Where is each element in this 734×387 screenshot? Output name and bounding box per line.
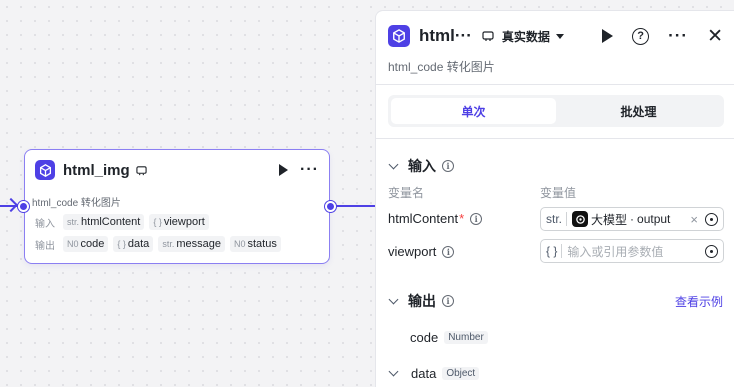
- html-img-node[interactable]: html_img ··· html_code 转化图片 输入 str. htmlC…: [18, 149, 336, 264]
- node-inputs-row: 输入 str. htmlContent { } viewport: [35, 214, 209, 230]
- info-icon[interactable]: i: [442, 295, 454, 307]
- output-row-data[interactable]: data Object: [388, 366, 480, 381]
- node-inputs-label: 输入: [35, 218, 55, 230]
- node-test-panel: html··· 真实数据 ? ··· ✕ html_code 转化图片 单次 批…: [375, 10, 734, 387]
- panel-title: html···: [419, 26, 472, 45]
- node-output-pill: N0 status: [229, 236, 281, 252]
- type-badge: Number: [444, 331, 488, 344]
- outgoing-edge[interactable]: [332, 205, 376, 207]
- node-input-pill: { } viewport: [149, 214, 209, 230]
- output-row-code: code Number: [410, 330, 488, 345]
- reference-chip[interactable]: 大模型 · output: [572, 211, 670, 228]
- column-header-name: 变量名: [388, 186, 425, 200]
- chevron-down-icon: [555, 33, 564, 39]
- node-header: html_img ···: [35, 159, 319, 181]
- input-port[interactable]: [18, 201, 29, 212]
- tab-single[interactable]: 单次: [391, 98, 556, 124]
- viewport-value-field[interactable]: { } 输入或引用参数值: [540, 239, 724, 263]
- incoming-edge-arrow-icon: [3, 197, 19, 213]
- htmlcontent-value-field[interactable]: str. 大模型 · output ×: [540, 207, 724, 231]
- llm-icon: [572, 211, 589, 227]
- tab-batch[interactable]: 批处理: [556, 98, 721, 124]
- panel-header: html··· 真实数据 ? ··· ✕: [388, 23, 723, 49]
- chevron-down-icon: [388, 159, 399, 169]
- info-icon[interactable]: i: [442, 245, 455, 258]
- mini-program-icon: [482, 31, 494, 41]
- node-title: html_img: [63, 161, 130, 179]
- reference-settings-icon[interactable]: [705, 212, 718, 226]
- type-tag: str.: [546, 212, 568, 226]
- info-icon[interactable]: i: [442, 160, 454, 172]
- help-icon[interactable]: ?: [632, 27, 650, 45]
- run-icon[interactable]: [602, 29, 614, 43]
- more-icon[interactable]: ···: [668, 27, 688, 44]
- output-port[interactable]: [325, 201, 336, 212]
- plugin-cube-icon: [35, 160, 55, 180]
- chevron-down-icon: [388, 294, 399, 304]
- node-outputs-row: 输出 N0 code { } data str. message N0 status: [35, 236, 281, 252]
- input-section-header[interactable]: 输入 i: [388, 156, 454, 176]
- node-run-icon[interactable]: [279, 164, 289, 176]
- node-description: html_code 转化图片: [32, 198, 121, 209]
- panel-description: html_code 转化图片: [388, 60, 495, 74]
- clear-reference-icon[interactable]: ×: [690, 212, 698, 227]
- run-mode-tabs: 单次 批处理: [388, 95, 724, 127]
- data-mode-dropdown[interactable]: 真实数据: [502, 28, 564, 45]
- close-icon[interactable]: ✕: [707, 27, 723, 46]
- divider: [376, 138, 734, 139]
- node-input-pill: str. htmlContent: [63, 214, 145, 230]
- type-tag: { }: [546, 244, 563, 258]
- node-output-pill: N0 code: [63, 236, 109, 252]
- chevron-down-icon[interactable]: [388, 366, 399, 377]
- type-badge: Object: [442, 367, 480, 380]
- var-name-viewport: viewport i: [388, 244, 455, 259]
- plugin-cube-icon: [388, 25, 410, 47]
- output-section-header[interactable]: 输出 i: [388, 291, 454, 311]
- viewport-input[interactable]: 输入或引用参数值: [567, 243, 663, 260]
- column-header-value: 变量值: [540, 186, 577, 200]
- info-icon[interactable]: i: [470, 212, 483, 225]
- node-output-pill: { } data: [113, 236, 154, 252]
- node-more-icon[interactable]: ···: [300, 162, 319, 178]
- node-output-pill: str. message: [158, 236, 225, 252]
- node-outputs-label: 输出: [35, 240, 55, 252]
- divider: [376, 84, 734, 85]
- mini-program-icon: [136, 165, 147, 175]
- reference-settings-icon[interactable]: [705, 244, 718, 258]
- view-example-link[interactable]: 查看示例: [675, 293, 723, 310]
- var-name-htmlcontent: htmlContent * i: [388, 211, 483, 226]
